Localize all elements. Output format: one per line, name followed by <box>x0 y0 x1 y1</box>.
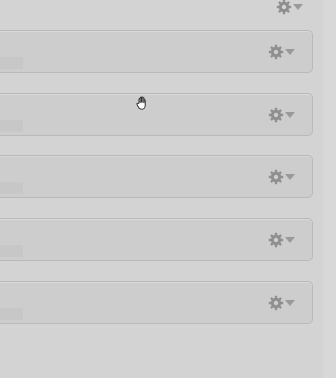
chevron-down-icon <box>285 112 295 118</box>
chevron-down-icon <box>285 237 295 243</box>
panel-3 <box>0 155 313 198</box>
chevron-down-icon <box>285 174 295 180</box>
gear-icon <box>268 169 284 185</box>
page-right-edge <box>323 0 336 378</box>
gear-icon <box>268 107 284 123</box>
chevron-down-icon <box>285 49 295 55</box>
panel-settings-button[interactable] <box>268 169 296 185</box>
panel-settings-button[interactable] <box>268 295 296 311</box>
panel-1 <box>0 30 313 73</box>
chevron-down-icon <box>285 300 295 306</box>
panel-settings-button[interactable] <box>268 44 296 60</box>
panel-shadow <box>0 245 23 257</box>
panel-shadow <box>0 120 23 132</box>
panel-settings-button[interactable] <box>268 232 296 248</box>
gear-icon <box>268 295 284 311</box>
gear-icon <box>268 44 284 60</box>
panel-shadow <box>0 308 23 320</box>
header-settings-button[interactable] <box>276 0 303 15</box>
panel-settings-button[interactable] <box>268 107 296 123</box>
panel-shadow <box>0 182 23 194</box>
gear-icon <box>276 0 292 15</box>
panel-2 <box>0 93 313 136</box>
panel-4 <box>0 218 313 261</box>
panel-shadow <box>0 57 23 69</box>
chevron-down-icon <box>293 4 303 10</box>
gear-icon <box>268 232 284 248</box>
panel-5 <box>0 281 313 324</box>
